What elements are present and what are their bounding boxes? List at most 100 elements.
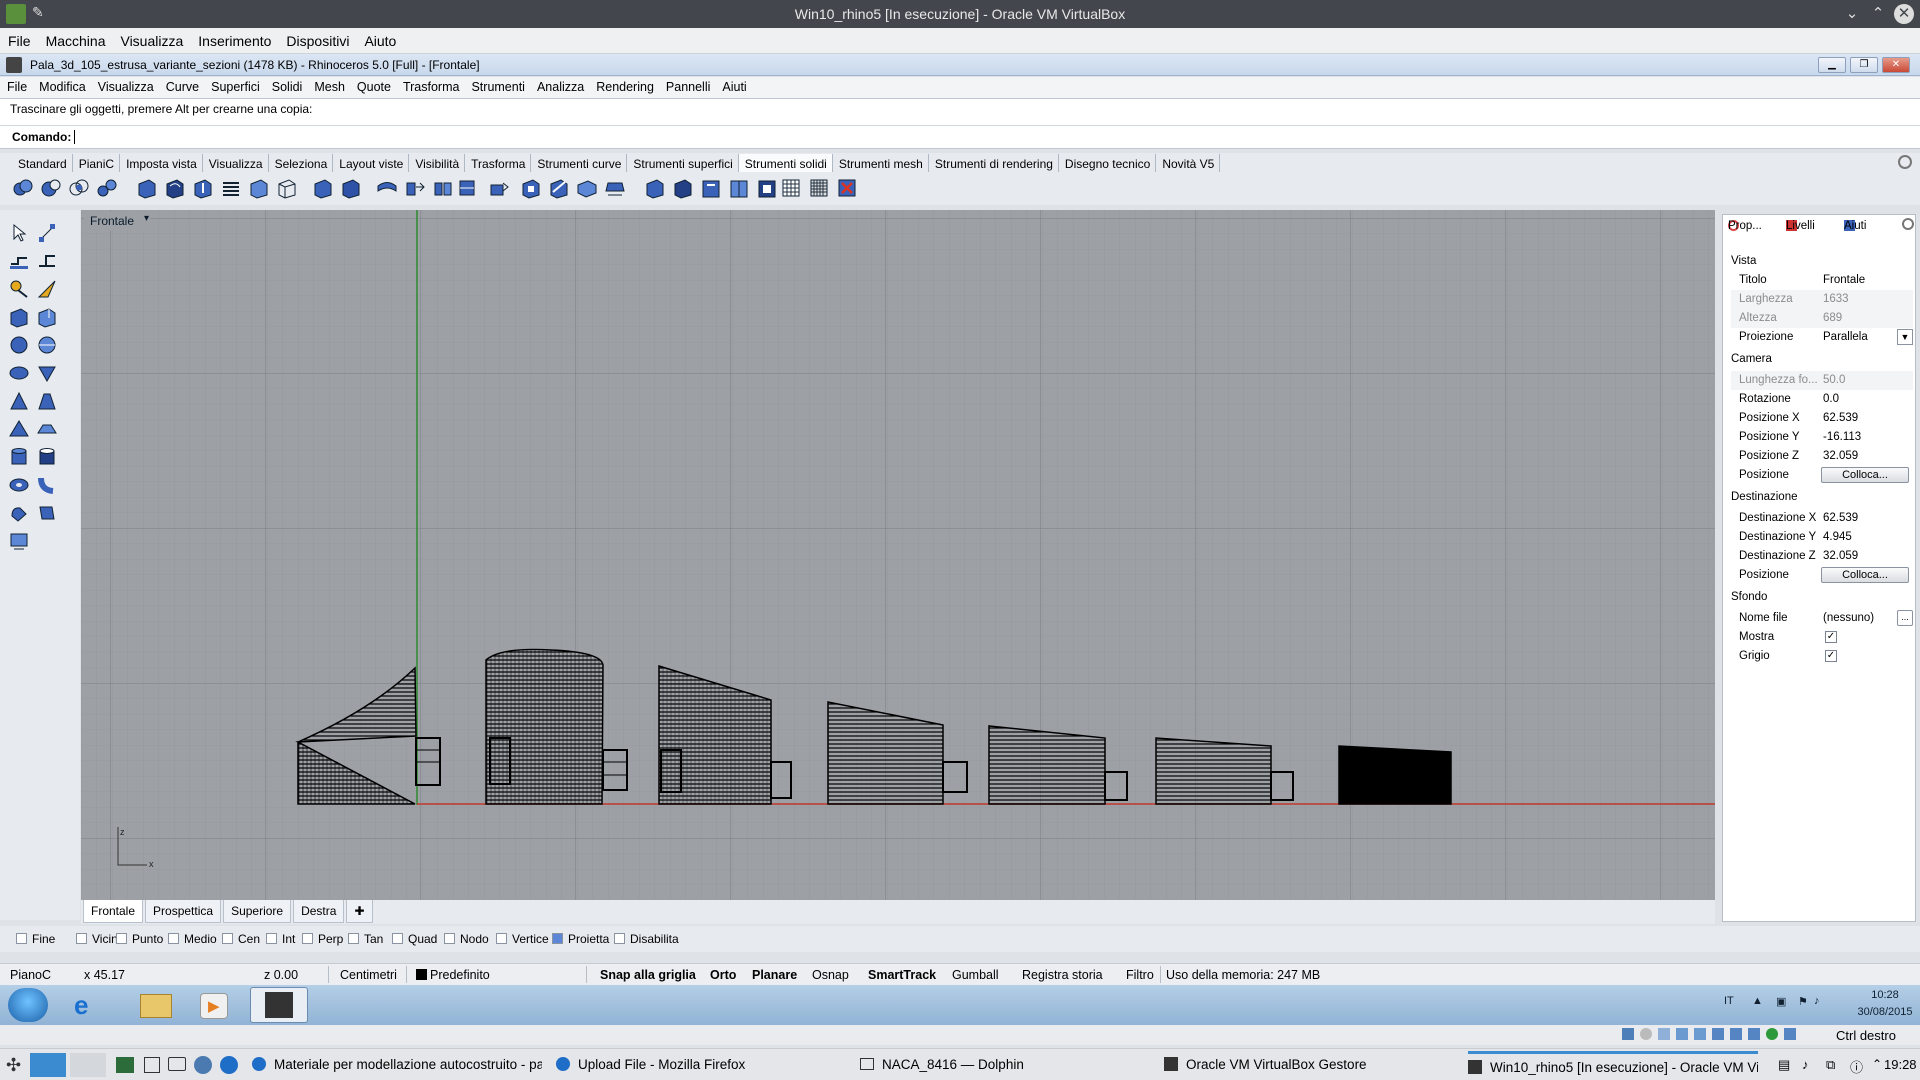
extrude-face-icon[interactable] <box>136 177 158 199</box>
internet-explorer-icon[interactable]: e <box>74 991 104 1019</box>
paraboloid-icon[interactable] <box>36 362 58 384</box>
osnap-quad[interactable]: Quad <box>392 932 437 946</box>
tab-imposta-vista[interactable]: Imposta vista <box>120 154 203 172</box>
sphere-icon[interactable] <box>8 334 30 356</box>
tray-date[interactable]: 30/08/2015 <box>1852 1006 1918 1018</box>
host-task-materiale[interactable]: Materiale per modellazione autocostruito… <box>252 1057 542 1072</box>
host-app-launcher-icon[interactable]: ✣ <box>6 1055 26 1075</box>
prop-row-mostra[interactable]: Mostra ✓ <box>1731 628 1913 647</box>
menu-visualizza[interactable]: Visualizza <box>91 77 159 94</box>
menu-modifica[interactable]: Modifica <box>32 77 91 94</box>
tray-show-hidden-icon[interactable]: ▲ <box>1752 995 1763 1007</box>
sphere-edit-icon[interactable] <box>36 334 58 356</box>
status-snap-grid[interactable]: Snap alla griglia <box>600 968 696 982</box>
osnap-nodo-checkbox[interactable] <box>444 933 455 944</box>
osnap-vertice-checkbox[interactable] <box>496 933 507 944</box>
move-edge-icon[interactable] <box>548 177 570 199</box>
osnap-medio[interactable]: Medio <box>168 932 217 946</box>
osnap-tan[interactable]: Tan <box>348 932 383 946</box>
prop-row-posizione-z[interactable]: Posizione Z 32.059 <box>1731 447 1913 466</box>
viewport-frontale[interactable]: z x <box>81 210 1715 900</box>
host-tray-notifications-icon[interactable]: ⓘ <box>1850 1057 1863 1076</box>
tab-disegno-tecnico[interactable]: Disegno tecnico <box>1059 154 1157 172</box>
vbox-mouse-icon[interactable] <box>1784 1028 1796 1040</box>
panel-settings-gear-icon[interactable] <box>1902 218 1914 230</box>
vbox-cpu-icon[interactable] <box>1766 1028 1778 1040</box>
status-history[interactable]: Registra storia <box>1022 968 1103 982</box>
prop-row-dest-x[interactable]: Destinazione X 62.539 <box>1731 509 1913 528</box>
tab-layout-viste[interactable]: Layout viste <box>333 154 410 172</box>
create-solid-icon[interactable] <box>644 177 666 199</box>
host-clock[interactable]: 19:28 <box>1884 1057 1917 1072</box>
prop-row-dest-y[interactable]: Destinazione Y 4.945 <box>1731 528 1913 547</box>
status-units[interactable]: Centimetri <box>340 968 397 982</box>
image-viewer-icon[interactable] <box>116 1057 134 1073</box>
tray-volume-icon[interactable]: ♪ <box>1814 995 1820 1007</box>
cylinder-icon[interactable] <box>8 446 30 468</box>
prop-row-posizione-x[interactable]: Posizione X 62.539 <box>1731 409 1913 428</box>
curve-edit-icon[interactable] <box>36 278 58 300</box>
osnap-tan-checkbox[interactable] <box>348 933 359 944</box>
vbox-shared-folder-icon[interactable] <box>1712 1028 1724 1040</box>
desktop-pager-1[interactable] <box>30 1053 66 1077</box>
prop-row-posizione-y[interactable]: Posizione Y -16.113 <box>1731 428 1913 447</box>
status-gumball[interactable]: Gumball <box>952 968 999 982</box>
vtab-frontale[interactable]: Frontale <box>83 900 144 923</box>
menu-quote[interactable]: Quote <box>350 77 396 94</box>
status-osnap[interactable]: Osnap <box>812 968 849 982</box>
tab-novita-v5[interactable]: Novità V5 <box>1156 154 1221 172</box>
vtab-superiore[interactable]: Superiore <box>223 900 292 923</box>
toolbar-settings-gear-icon[interactable] <box>1898 155 1912 169</box>
osnap-perp-checkbox[interactable] <box>302 933 313 944</box>
cap-holes-icon[interactable] <box>220 177 242 199</box>
wirecut-icon[interactable] <box>376 177 398 199</box>
merge-edge-icon[interactable] <box>756 177 778 199</box>
host-menu-file[interactable]: File <box>0 28 38 49</box>
show-edges-icon[interactable] <box>700 177 722 199</box>
osnap-int[interactable]: Int <box>266 932 295 946</box>
host-tray-volume-icon[interactable]: ♪ <box>1802 1057 1809 1072</box>
folder-icon[interactable] <box>168 1057 186 1071</box>
tray-language[interactable]: IT <box>1724 995 1734 1007</box>
tab-seleziona[interactable]: Seleziona <box>269 154 334 172</box>
offset-surface-icon[interactable] <box>404 177 426 199</box>
menu-superfici[interactable]: Superfici <box>204 77 265 94</box>
minimize-icon[interactable]: ⌄ <box>1842 4 1862 24</box>
cone-icon[interactable] <box>8 390 30 412</box>
tab-strumenti-curve[interactable]: Strumenti curve <box>531 154 628 172</box>
tab-strumenti-superfici[interactable]: Strumenti superfici <box>627 154 739 172</box>
osnap-punto-checkbox[interactable] <box>116 933 127 944</box>
truncated-cone-icon[interactable] <box>36 390 58 412</box>
menu-analizza[interactable]: Analizza <box>530 77 589 94</box>
status-layer[interactable]: Predefinito <box>416 968 490 982</box>
vbox-optical-icon[interactable] <box>1640 1028 1652 1040</box>
colloca-camera-button[interactable]: Colloca... <box>1821 467 1909 483</box>
osnap-fine[interactable]: Fine <box>16 932 55 946</box>
vtab-prospettica[interactable]: Prospettica <box>145 900 222 923</box>
mesh-grid-icon[interactable] <box>780 177 802 199</box>
split-face-icon[interactable] <box>432 177 454 199</box>
command-input-caret[interactable] <box>74 130 75 144</box>
mesh-grid-dense-icon[interactable] <box>808 177 830 199</box>
osnap-quad-checkbox[interactable] <box>392 933 403 944</box>
rebuild-face-icon[interactable] <box>488 177 510 199</box>
join-icon[interactable] <box>672 177 694 199</box>
host-task-dolphin[interactable]: NACA_8416 — Dolphin <box>860 1057 1150 1072</box>
browse-file-button[interactable]: ... <box>1897 610 1913 626</box>
tube-icon[interactable] <box>36 446 58 468</box>
osnap-fine-checkbox[interactable] <box>16 933 27 944</box>
taper-icon[interactable] <box>604 177 626 199</box>
polyline-icon[interactable] <box>8 250 30 272</box>
vbox-network-icon[interactable] <box>1676 1028 1688 1040</box>
osnap-punto[interactable]: Punto <box>116 932 163 946</box>
menu-file[interactable]: File <box>0 77 32 94</box>
osnap-proietta-checkbox[interactable] <box>552 933 563 944</box>
status-orto[interactable]: Orto <box>710 968 736 982</box>
menu-aiuti[interactable]: Aiuti <box>715 77 751 94</box>
tab-strumenti-solidi[interactable]: Strumenti solidi <box>738 154 833 172</box>
split-edge-icon[interactable] <box>728 177 750 199</box>
tray-network-icon[interactable]: ▣ <box>1776 995 1786 1008</box>
line-icon[interactable] <box>36 250 58 272</box>
vbox-hdd-icon[interactable] <box>1622 1028 1634 1040</box>
status-smarttrack[interactable]: SmartTrack <box>868 968 936 982</box>
